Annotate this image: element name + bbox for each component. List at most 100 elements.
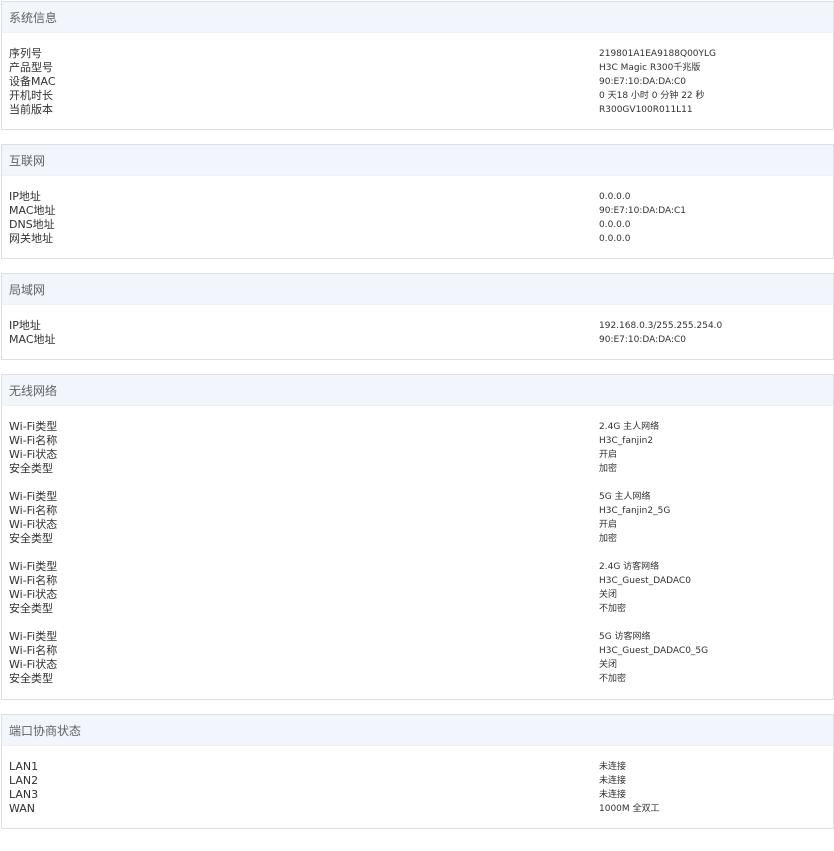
lan-panel: 局域网 IP地址 192.168.0.3/255.255.254.0 MAC地址 9… xyxy=(1,273,834,360)
row-label: LAN1 xyxy=(9,760,39,773)
row-value: 加密 xyxy=(599,534,618,544)
row-value: 0.0.0.0 xyxy=(599,192,631,202)
row-label: 产品型号 xyxy=(9,61,53,74)
row-label: WAN xyxy=(9,802,36,815)
info-row: Wi-Fi类型 2.4G 主人网络 xyxy=(2,420,833,434)
info-row: DNS地址 0.0.0.0 xyxy=(2,218,833,232)
row-label: Wi-Fi类型 xyxy=(9,420,58,433)
row-label: MAC地址 xyxy=(9,204,56,217)
row-label: Wi-Fi名称 xyxy=(9,504,58,517)
info-row: 当前版本 R300GV100R011L11 xyxy=(2,103,833,117)
info-row: LAN1 未连接 xyxy=(2,760,833,774)
row-label: Wi-Fi类型 xyxy=(9,630,58,643)
row-value: H3C_fanjin2 xyxy=(599,436,654,446)
row-value: 1000M 全双工 xyxy=(599,804,660,814)
info-row: MAC地址 90:E7:10:DA:DA:C1 xyxy=(2,204,833,218)
row-value: H3C_fanjin2_5G xyxy=(599,506,671,516)
row-value: 2.4G 主人网络 xyxy=(599,422,660,432)
row-value: 不加密 xyxy=(599,604,627,614)
row-value: 关闭 xyxy=(599,660,618,670)
row-value: 219801A1EA9188Q00YLG xyxy=(599,49,717,59)
row-label: LAN2 xyxy=(9,774,39,787)
row-label: IP地址 xyxy=(9,319,41,332)
row-label: 序列号 xyxy=(9,47,42,60)
row-label: 设备MAC xyxy=(9,75,56,88)
row-label: Wi-Fi状态 xyxy=(9,658,58,671)
info-row: 产品型号 H3C Magic R300千兆版 xyxy=(2,61,833,75)
row-value: 开启 xyxy=(599,450,618,460)
row-label: Wi-Fi类型 xyxy=(9,490,58,503)
wifi-group: Wi-Fi类型 5G 访客网络 Wi-Fi名称 H3C_Guest_DADAC0_5… xyxy=(2,630,833,686)
panel-title: 无线网络 xyxy=(2,375,833,406)
row-value: H3C Magic R300千兆版 xyxy=(599,63,701,73)
info-row: IP地址 192.168.0.3/255.255.254.0 xyxy=(2,319,833,333)
row-value: 不加密 xyxy=(599,674,627,684)
row-value: 未连接 xyxy=(599,762,627,772)
wifi-group: Wi-Fi类型 2.4G 访客网络 Wi-Fi名称 H3C_Guest_DADAC0… xyxy=(2,560,833,616)
row-label: Wi-Fi状态 xyxy=(9,588,58,601)
info-row: Wi-Fi状态 关闭 xyxy=(2,658,833,672)
row-label: 当前版本 xyxy=(9,103,53,116)
wifi-group: Wi-Fi类型 5G 主人网络 Wi-Fi名称 H3C_fanjin2_5G Wi-… xyxy=(2,490,833,546)
row-value: 0.0.0.0 xyxy=(599,220,631,230)
row-value: H3C_Guest_DADAC0_5G xyxy=(599,646,709,656)
row-value: 5G 访客网络 xyxy=(599,632,651,642)
info-row: 序列号 219801A1EA9188Q00YLG xyxy=(2,47,833,61)
info-row: Wi-Fi类型 2.4G 访客网络 xyxy=(2,560,833,574)
row-label: 安全类型 xyxy=(9,672,53,685)
info-row: LAN3 未连接 xyxy=(2,788,833,802)
info-row: Wi-Fi类型 5G 访客网络 xyxy=(2,630,833,644)
row-value: 90:E7:10:DA:DA:C0 xyxy=(599,77,687,87)
row-value: 加密 xyxy=(599,464,618,474)
info-row: Wi-Fi名称 H3C_fanjin2 xyxy=(2,434,833,448)
info-row: Wi-Fi状态 开启 xyxy=(2,518,833,532)
info-row: 开机时长 0 天18 小时 0 分钟 22 秒 xyxy=(2,89,833,103)
info-row: 安全类型 不加密 xyxy=(2,602,833,616)
row-value: 5G 主人网络 xyxy=(599,492,651,502)
system-info-panel: 系统信息 序列号 219801A1EA9188Q00YLG 产品型号 H3C Mag… xyxy=(1,1,834,130)
info-row: 设备MAC 90:E7:10:DA:DA:C0 xyxy=(2,75,833,89)
row-label: MAC地址 xyxy=(9,333,56,346)
wireless-panel: 无线网络 Wi-Fi类型 2.4G 主人网络 Wi-Fi名称 H3C_fanjin2… xyxy=(1,374,834,700)
row-label: IP地址 xyxy=(9,190,41,203)
row-label: 安全类型 xyxy=(9,532,53,545)
row-value: 开启 xyxy=(599,520,618,530)
row-label: Wi-Fi名称 xyxy=(9,574,58,587)
info-row: Wi-Fi状态 关闭 xyxy=(2,588,833,602)
info-row: WAN 1000M 全双工 xyxy=(2,802,833,816)
internet-panel: 互联网 IP地址 0.0.0.0 MAC地址 90:E7:10:DA:DA:C1 D… xyxy=(1,144,834,259)
panel-title: 局域网 xyxy=(2,274,833,305)
info-row: MAC地址 90:E7:10:DA:DA:C0 xyxy=(2,333,833,347)
info-row: Wi-Fi名称 H3C_fanjin2_5G xyxy=(2,504,833,518)
row-value: 90:E7:10:DA:DA:C0 xyxy=(599,335,687,345)
panel-title: 互联网 xyxy=(2,145,833,176)
row-label: Wi-Fi状态 xyxy=(9,448,58,461)
row-value: 90:E7:10:DA:DA:C1 xyxy=(599,206,687,216)
row-label: 安全类型 xyxy=(9,462,53,475)
row-label: Wi-Fi状态 xyxy=(9,518,58,531)
row-value: 0 天18 小时 0 分钟 22 秒 xyxy=(599,91,705,101)
panel-title: 系统信息 xyxy=(2,2,833,33)
row-value: R300GV100R011L11 xyxy=(599,105,693,115)
row-value: H3C_Guest_DADAC0 xyxy=(599,576,691,586)
info-row: 安全类型 加密 xyxy=(2,462,833,476)
info-row: Wi-Fi名称 H3C_Guest_DADAC0 xyxy=(2,574,833,588)
info-row: 网关地址 0.0.0.0 xyxy=(2,232,833,246)
info-row: Wi-Fi类型 5G 主人网络 xyxy=(2,490,833,504)
row-label: Wi-Fi名称 xyxy=(9,644,58,657)
info-row: Wi-Fi状态 开启 xyxy=(2,448,833,462)
row-label: Wi-Fi名称 xyxy=(9,434,58,447)
row-label: 安全类型 xyxy=(9,602,53,615)
row-label: LAN3 xyxy=(9,788,39,801)
row-label: 开机时长 xyxy=(9,89,53,102)
row-label: DNS地址 xyxy=(9,218,55,231)
row-value: 关闭 xyxy=(599,590,618,600)
row-value: 未连接 xyxy=(599,776,627,786)
wifi-group: Wi-Fi类型 2.4G 主人网络 Wi-Fi名称 H3C_fanjin2 Wi-F… xyxy=(2,420,833,476)
info-row: IP地址 0.0.0.0 xyxy=(2,190,833,204)
info-row: Wi-Fi名称 H3C_Guest_DADAC0_5G xyxy=(2,644,833,658)
panel-title: 端口协商状态 xyxy=(2,715,833,746)
info-row: 安全类型 加密 xyxy=(2,532,833,546)
info-row: 安全类型 不加密 xyxy=(2,672,833,686)
info-row: LAN2 未连接 xyxy=(2,774,833,788)
